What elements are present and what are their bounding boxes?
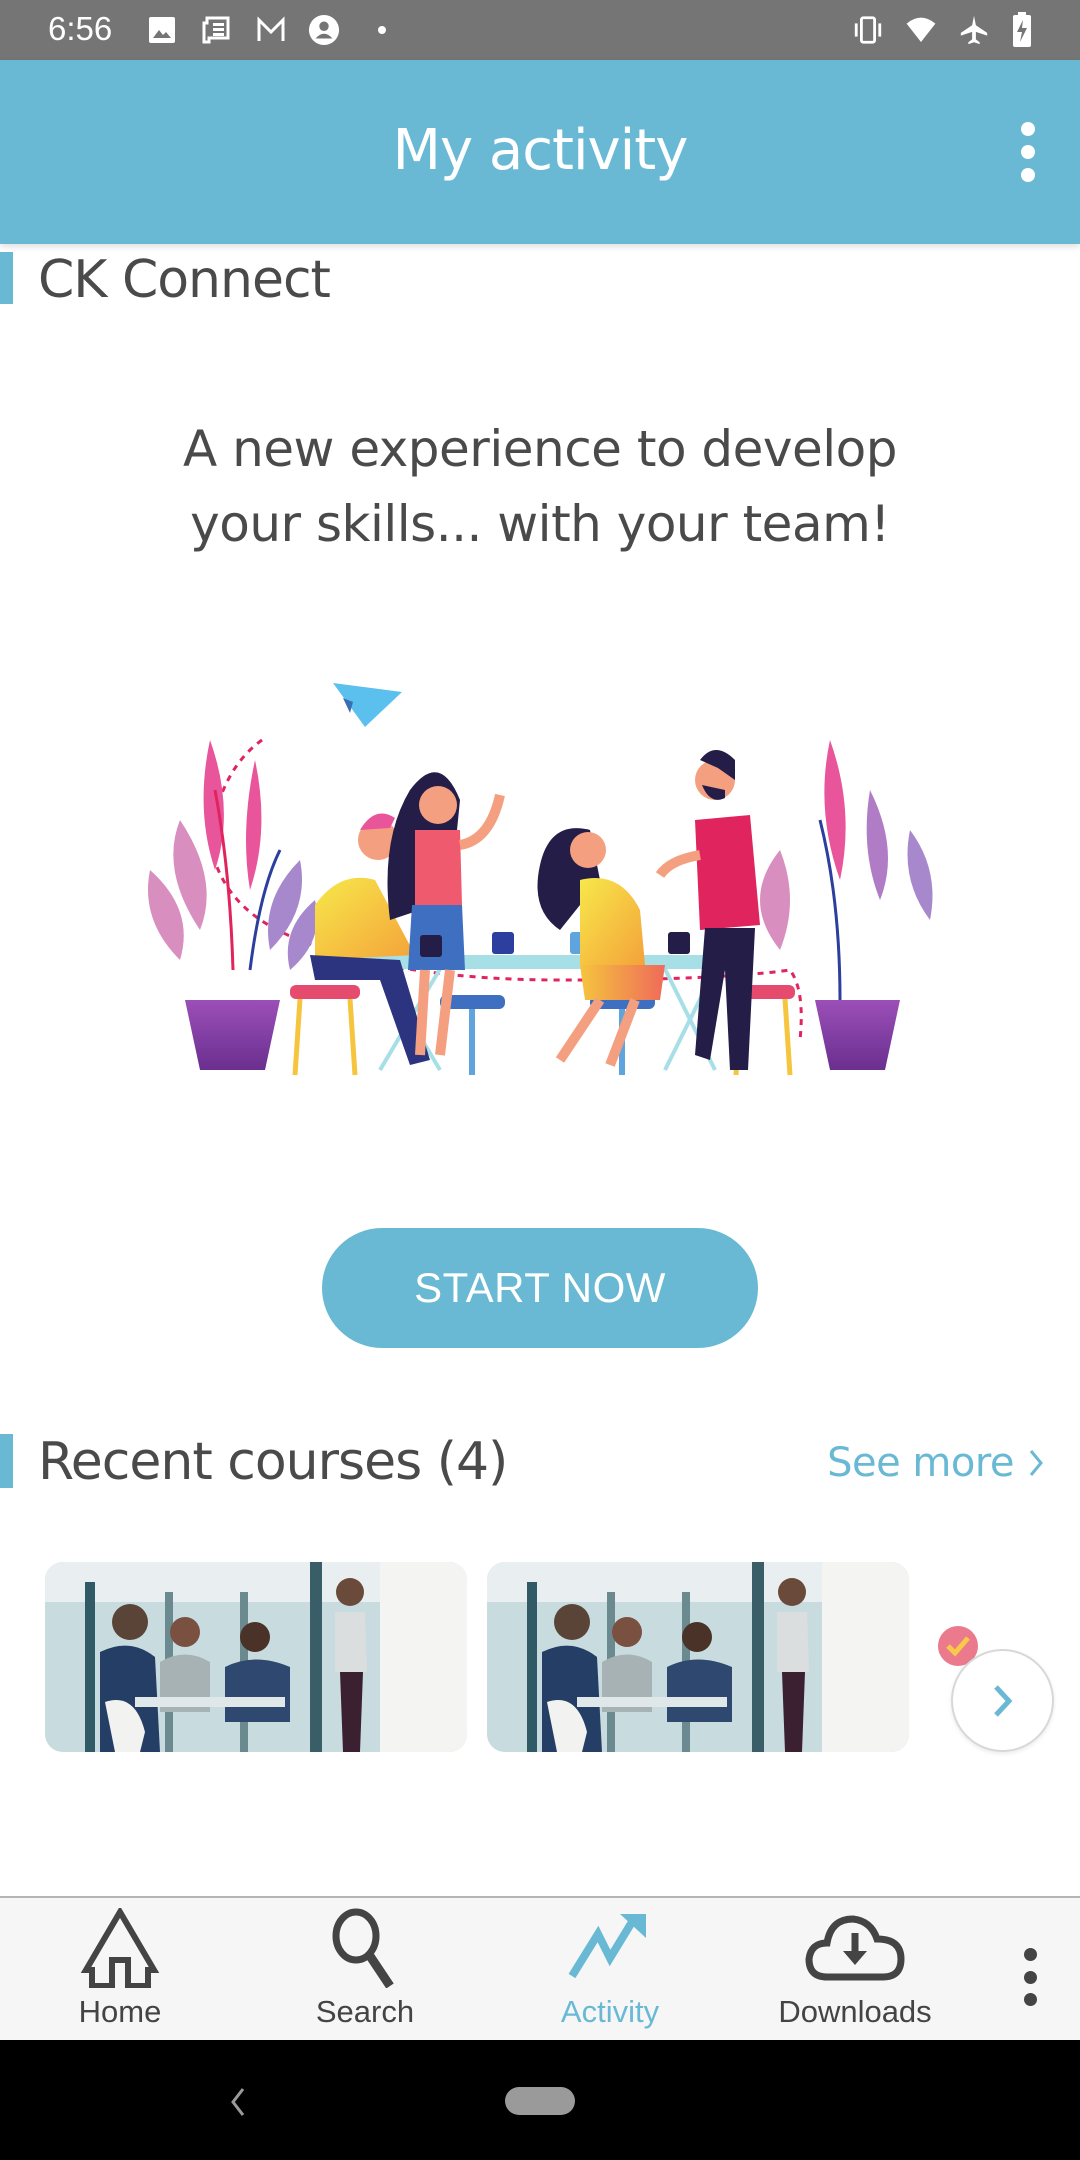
nav-label: Home xyxy=(78,1994,162,2029)
app-bar: My activity xyxy=(0,60,1080,244)
gmail-icon xyxy=(255,14,287,46)
vibrate-icon xyxy=(852,14,884,46)
section-title-ck-connect: CK Connect xyxy=(38,250,331,310)
image-icon xyxy=(146,14,178,46)
back-icon[interactable] xyxy=(225,2085,249,2119)
team-meeting-illustration xyxy=(140,670,940,1090)
section-accent-bar xyxy=(0,252,13,304)
course-thumbnail xyxy=(45,1562,467,1752)
page-title: My activity xyxy=(392,118,689,183)
ck-connect-headline: A new experience to develop your skills.… xyxy=(182,420,898,553)
more-vert-icon[interactable] xyxy=(1016,122,1040,182)
airplane-icon xyxy=(958,14,990,46)
nav-label: Activity xyxy=(560,1994,660,2029)
nav-downloads[interactable]: Downloads xyxy=(770,1898,940,2042)
news-icon xyxy=(200,14,232,46)
see-more-link[interactable]: See more xyxy=(827,1440,1044,1486)
see-more-label: See more xyxy=(827,1440,1014,1486)
battery-charging-icon xyxy=(1006,12,1038,47)
bottom-navigation: Home Search Activity Downloads xyxy=(0,1896,1080,2040)
start-now-button[interactable]: START NOW xyxy=(322,1228,758,1348)
home-icon xyxy=(80,1908,160,1988)
carousel-next-button[interactable] xyxy=(951,1649,1054,1752)
section-accent-bar xyxy=(0,1434,13,1488)
wifi-icon xyxy=(905,14,937,46)
dot-icon xyxy=(366,14,398,46)
nav-search[interactable]: Search xyxy=(300,1898,430,2042)
course-card[interactable] xyxy=(487,1562,909,1752)
more-vert-icon[interactable] xyxy=(1022,1948,1038,2006)
nav-activity[interactable]: Activity xyxy=(545,1898,675,2042)
nav-label: Downloads xyxy=(778,1994,932,2029)
trending-up-icon xyxy=(568,1908,652,1988)
section-title-recent-courses: Recent courses (4) xyxy=(38,1432,508,1492)
status-bar: 6:56 xyxy=(0,0,1080,60)
chevron-right-icon xyxy=(1029,1450,1043,1476)
account-icon xyxy=(308,14,340,46)
home-pill-button[interactable] xyxy=(505,2087,575,2115)
cloud-download-icon xyxy=(805,1908,905,1988)
nav-label: Search xyxy=(315,1994,415,2029)
nav-home[interactable]: Home xyxy=(60,1898,180,2042)
search-icon xyxy=(330,1908,400,1988)
status-time: 6:56 xyxy=(48,10,113,47)
course-thumbnail xyxy=(487,1562,909,1752)
screen: 6:56 My activity CK Connect A new experi… xyxy=(0,0,1080,2160)
chevron-right-icon xyxy=(993,1684,1012,1717)
system-navigation-bar xyxy=(0,2040,1080,2160)
course-card[interactable] xyxy=(45,1562,467,1752)
